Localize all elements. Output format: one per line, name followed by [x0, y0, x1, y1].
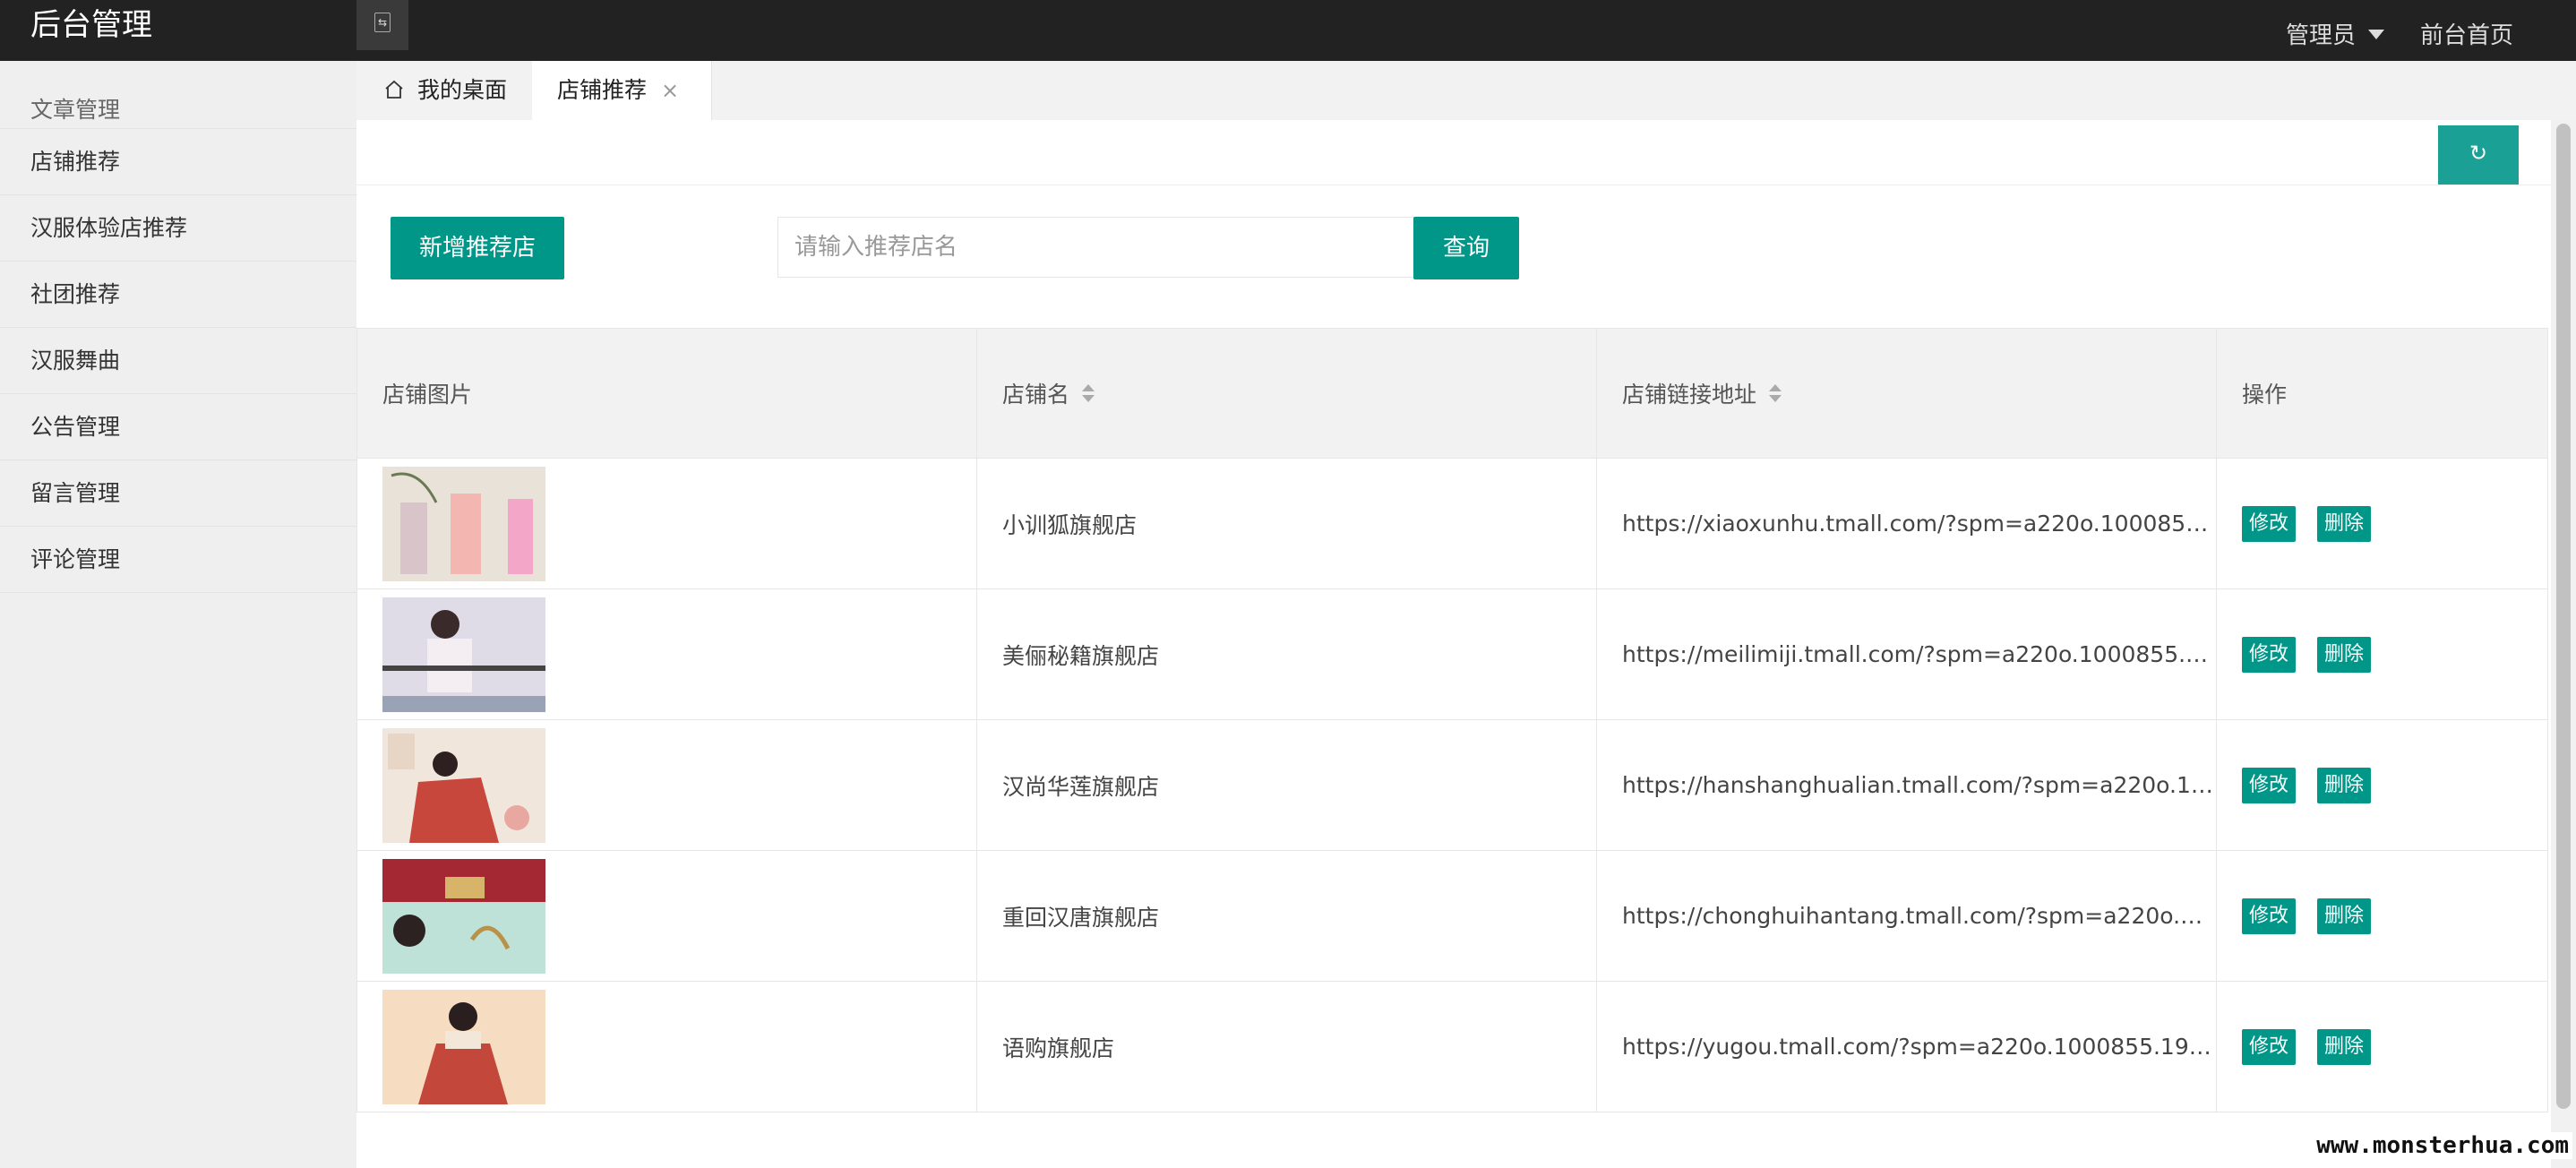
tab-bar: 我的桌面 店铺推荐 ×	[356, 61, 2576, 121]
ops-cell: 修改 删除	[2216, 850, 2548, 982]
table-row: 小训狐旗舰店 https://xiaoxunhu.tmall.com/?spm=…	[356, 458, 2548, 589]
shop-thumbnail	[382, 466, 545, 581]
sidebar-item-dance[interactable]: 汉服舞曲	[0, 329, 356, 394]
shop-name-cell: 语购旗舰店	[976, 981, 1597, 1112]
shop-image-cell	[356, 458, 977, 589]
shop-table: 店铺图片 店铺名 店铺链接地址 操作 小训狐旗舰店 https://xiaoxu…	[356, 328, 2548, 1112]
sort-icon[interactable]	[1769, 384, 1782, 404]
delete-button[interactable]: 删除	[2317, 636, 2372, 673]
shop-thumbnail	[382, 989, 545, 1104]
column-header-url-label: 店铺链接地址	[1622, 382, 1757, 408]
column-header-ops-label: 操作	[2242, 382, 2288, 408]
delete-button[interactable]: 删除	[2317, 767, 2372, 803]
menu-toggle-button[interactable]: ⇆	[356, 0, 408, 50]
edit-button[interactable]: 修改	[2242, 636, 2297, 673]
delete-button[interactable]: 删除	[2317, 505, 2372, 542]
refresh-row: ↻	[356, 120, 2551, 185]
shop-name-cell: 小训狐旗舰店	[976, 458, 1597, 589]
edit-button[interactable]: 修改	[2242, 767, 2297, 803]
table-row: 美俪秘籍旗舰店 https://meilimiji.tmall.com/?spm…	[356, 588, 2548, 720]
ops-cell: 修改 删除	[2216, 588, 2548, 720]
shop-url-cell: https://hanshanghualian.tmall.com/?spm=a…	[1596, 719, 2217, 851]
shop-thumbnail	[382, 597, 545, 712]
shop-name-cell: 重回汉唐旗舰店	[976, 850, 1597, 982]
app-logo: 后台管理	[30, 7, 152, 43]
close-icon[interactable]: ×	[661, 61, 679, 120]
search-input[interactable]	[777, 217, 1417, 278]
column-header-ops: 操作	[2216, 328, 2548, 459]
column-header-name-label: 店铺名	[1002, 382, 1070, 408]
edit-button[interactable]: 修改	[2242, 505, 2297, 542]
scrollbar-thumb[interactable]	[2556, 124, 2571, 1109]
tab-home[interactable]: 我的桌面	[356, 61, 533, 120]
sidebar-item-shop-recommend[interactable]: 店铺推荐	[0, 130, 356, 195]
shop-url-cell: https://yugou.tmall.com/?spm=a220o.10008…	[1596, 981, 2217, 1112]
column-header-image-label: 店铺图片	[382, 382, 473, 408]
sort-icon[interactable]	[1082, 384, 1095, 404]
vertical-scrollbar[interactable]	[2551, 120, 2576, 1168]
refresh-button[interactable]: ↻	[2438, 125, 2519, 185]
tab-shop-recommend[interactable]: 店铺推荐 ×	[532, 61, 712, 120]
top-header: 后台管理 ⇆ 管理员 前台首页	[0, 0, 2576, 61]
column-header-image: 店铺图片	[356, 328, 977, 459]
watermark: www.monsterhua.com	[2313, 1132, 2572, 1159]
sidebar-item-message[interactable]: 留言管理	[0, 461, 356, 527]
shop-url-cell: https://chonghuihantang.tmall.com/?spm=a…	[1596, 850, 2217, 982]
sidebar-item-experience-store[interactable]: 汉服体验店推荐	[0, 196, 356, 262]
table-row: 重回汉唐旗舰店 https://chonghuihantang.tmall.co…	[356, 850, 2548, 982]
delete-button[interactable]: 删除	[2317, 897, 2372, 934]
shop-url-cell: https://xiaoxunhu.tmall.com/?spm=a220o.1…	[1596, 458, 2217, 589]
caret-down-icon	[2368, 30, 2384, 39]
shop-name-cell: 美俪秘籍旗舰店	[976, 588, 1597, 720]
main-content: ↻ 新增推荐店 查询 店铺图片 店铺名 店铺链接地址 操作 小训狐旗舰店 htt…	[356, 120, 2551, 1168]
table-row: 汉尚华莲旗舰店 https://hanshanghualian.tmall.co…	[356, 719, 2548, 851]
delete-button[interactable]: 删除	[2317, 1028, 2372, 1065]
query-button[interactable]: 查询	[1413, 217, 1519, 279]
shop-thumbnail	[382, 727, 545, 843]
shop-name-cell: 汉尚华莲旗舰店	[976, 719, 1597, 851]
home-icon	[385, 80, 403, 99]
table-header-row: 店铺图片 店铺名 店铺链接地址 操作	[356, 328, 2548, 459]
edit-button[interactable]: 修改	[2242, 897, 2297, 934]
menu-toggle-icon: ⇆	[374, 13, 391, 32]
shop-image-cell	[356, 588, 977, 720]
sidebar-item-comment[interactable]: 评论管理	[0, 528, 356, 593]
tab-home-label: 我的桌面	[417, 77, 508, 103]
tab-active-label: 店铺推荐	[557, 77, 648, 103]
sidebar: 文章管理 店铺推荐 汉服体验店推荐 社团推荐 汉服舞曲 公告管理 留言管理 评论…	[0, 61, 357, 1168]
admin-label: 管理员	[2285, 22, 2356, 49]
ops-cell: 修改 删除	[2216, 719, 2548, 851]
edit-button[interactable]: 修改	[2242, 1028, 2297, 1065]
shop-thumbnail	[382, 858, 545, 974]
ops-cell: 修改 删除	[2216, 981, 2548, 1112]
column-header-url[interactable]: 店铺链接地址	[1596, 328, 2217, 459]
shop-image-cell	[356, 981, 977, 1112]
sidebar-item-club[interactable]: 社团推荐	[0, 262, 356, 328]
sidebar-item-notice[interactable]: 公告管理	[0, 395, 356, 460]
ops-cell: 修改 删除	[2216, 458, 2548, 589]
column-header-name[interactable]: 店铺名	[976, 328, 1597, 459]
add-shop-button[interactable]: 新增推荐店	[391, 217, 564, 279]
table-row: 语购旗舰店 https://yugou.tmall.com/?spm=a220o…	[356, 981, 2548, 1112]
shop-image-cell	[356, 850, 977, 982]
shop-image-cell	[356, 719, 977, 851]
sidebar-item-articles[interactable]: 文章管理	[0, 62, 356, 129]
shop-url-cell: https://meilimiji.tmall.com/?spm=a220o.1…	[1596, 588, 2217, 720]
